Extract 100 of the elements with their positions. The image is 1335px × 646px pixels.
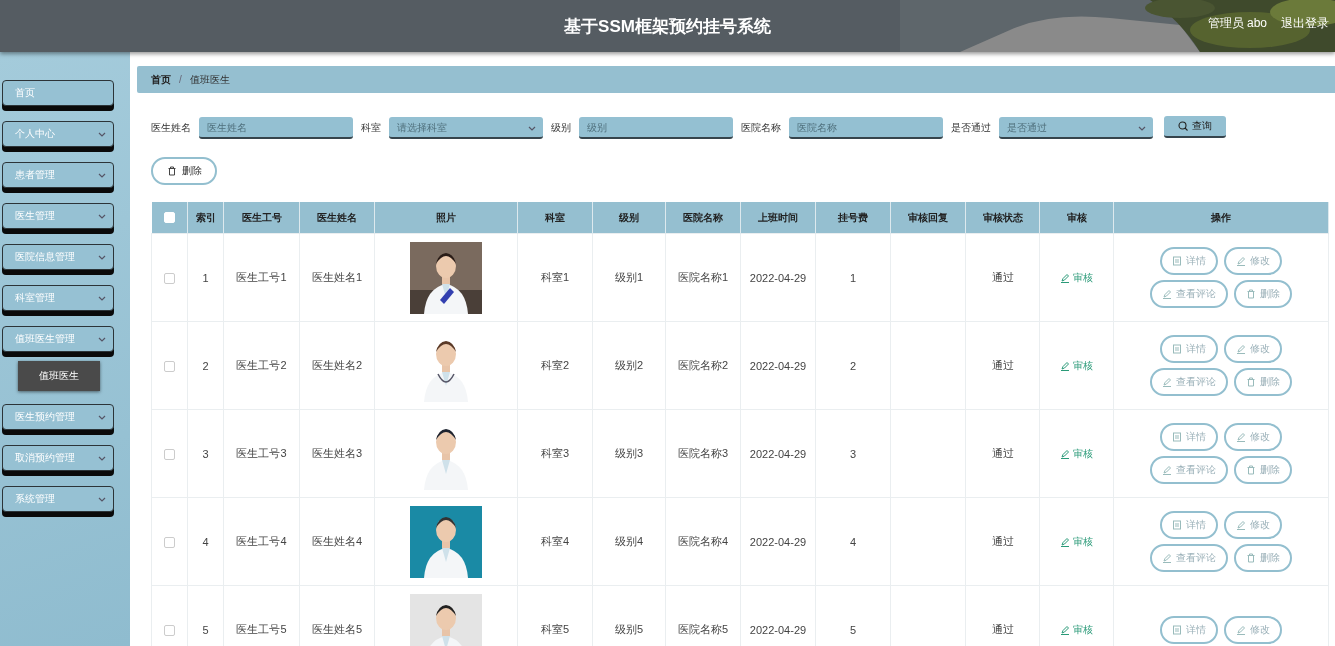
table-cell: 科室2 bbox=[540, 359, 570, 371]
action-button[interactable]: 修改 bbox=[1224, 511, 1282, 539]
pencil-icon bbox=[1236, 256, 1246, 266]
action-button[interactable]: 详情 bbox=[1160, 423, 1218, 451]
column-header: 索引 bbox=[187, 202, 224, 234]
checkbox[interactable] bbox=[164, 360, 175, 372]
pencil-icon bbox=[1162, 289, 1172, 299]
breadcrumb-separator: / bbox=[179, 74, 182, 85]
table-cell: 医生姓名3 bbox=[311, 447, 363, 459]
field-label: 级别 bbox=[551, 121, 571, 135]
action-button[interactable]: 修改 bbox=[1224, 335, 1282, 363]
document-icon bbox=[1172, 520, 1182, 530]
action-button[interactable]: 查看评论 bbox=[1150, 368, 1228, 396]
table-cell: 科室4 bbox=[540, 535, 570, 547]
pencil-icon bbox=[1162, 465, 1172, 475]
table-cell: 4 bbox=[202, 535, 209, 548]
input-field[interactable]: 级别 bbox=[579, 117, 733, 139]
table-cell: 2022-04-29 bbox=[749, 623, 807, 636]
table-cell: 级别3 bbox=[614, 447, 644, 459]
column-header: 级别 bbox=[592, 202, 666, 234]
table-cell: 医生工号1 bbox=[236, 271, 287, 283]
table-cell: 2022-04-29 bbox=[749, 359, 807, 372]
document-icon bbox=[1172, 344, 1182, 354]
field-label: 医院名称 bbox=[741, 121, 781, 135]
action-button[interactable]: 修改 bbox=[1224, 423, 1282, 451]
table-cell: 级别5 bbox=[614, 623, 644, 635]
table-cell: 医院名称5 bbox=[677, 623, 729, 635]
table-cell: 医院名称1 bbox=[677, 271, 729, 283]
delete-button[interactable]: 删除 bbox=[151, 157, 217, 185]
table-cell: 医生姓名1 bbox=[311, 271, 363, 283]
select-field[interactable]: 是否通过 bbox=[999, 117, 1153, 139]
audit-link[interactable]: 审核 bbox=[1060, 446, 1093, 461]
trash-icon bbox=[1246, 377, 1256, 387]
input-field[interactable]: 医生姓名 bbox=[199, 117, 353, 139]
action-button[interactable]: 删除 bbox=[1234, 280, 1292, 308]
table-cell: 通过 bbox=[991, 359, 1014, 371]
audit-link[interactable]: 审核 bbox=[1060, 622, 1093, 637]
breadcrumb-item[interactable]: 首页 bbox=[151, 72, 171, 87]
audit-link[interactable]: 审核 bbox=[1060, 534, 1093, 549]
table-cell: 2 bbox=[849, 359, 857, 372]
field-label: 是否通过 bbox=[951, 121, 991, 135]
checkbox[interactable] bbox=[164, 272, 175, 284]
table-cell: 2022-04-29 bbox=[749, 447, 807, 460]
action-button[interactable]: 查看评论 bbox=[1150, 456, 1228, 484]
audit-link[interactable]: 审核 bbox=[1060, 270, 1093, 285]
field-label: 科室 bbox=[361, 121, 381, 135]
table-cell: 2022-04-29 bbox=[749, 535, 807, 548]
table-cell: 通过 bbox=[991, 447, 1014, 459]
table-cell: 医生工号4 bbox=[236, 535, 287, 547]
submenu-item[interactable]: 值班医生 bbox=[18, 361, 100, 391]
action-button[interactable]: 查看评论 bbox=[1150, 544, 1228, 572]
table-cell: 科室5 bbox=[540, 623, 570, 635]
column-header: 上班时间 bbox=[740, 202, 816, 234]
table-cell: 通过 bbox=[991, 271, 1014, 283]
trash-icon bbox=[1246, 553, 1256, 563]
audit-link[interactable]: 审核 bbox=[1060, 358, 1093, 373]
document-icon bbox=[1172, 624, 1182, 635]
action-button[interactable]: 详情 bbox=[1160, 511, 1218, 539]
table-cell: 级别4 bbox=[614, 535, 644, 547]
table-cell: 医生工号5 bbox=[236, 623, 287, 635]
table-cell: 5 bbox=[849, 623, 857, 636]
table-cell: 2 bbox=[202, 359, 209, 372]
action-button[interactable]: 修改 bbox=[1224, 615, 1282, 644]
chevron-down-icon bbox=[1137, 124, 1147, 133]
breadcrumb-item: 值班医生 bbox=[189, 72, 230, 87]
table-cell: 级别1 bbox=[614, 271, 644, 283]
action-button[interactable]: 查看评论 bbox=[1150, 280, 1228, 308]
action-button[interactable]: 详情 bbox=[1160, 335, 1218, 363]
document-icon bbox=[1172, 256, 1182, 266]
table-cell: 通过 bbox=[991, 623, 1014, 635]
table-cell: 3 bbox=[849, 447, 857, 460]
checkbox[interactable] bbox=[164, 536, 175, 548]
pencil-icon bbox=[1060, 536, 1070, 547]
column-header: 操作 bbox=[1113, 202, 1329, 234]
action-button[interactable]: 删除 bbox=[1234, 456, 1292, 484]
pencil-icon bbox=[1162, 377, 1172, 387]
table-cell: 医院名称2 bbox=[677, 359, 729, 371]
checkbox[interactable] bbox=[164, 624, 175, 636]
action-button[interactable]: 详情 bbox=[1160, 247, 1218, 275]
field-label: 医生姓名 bbox=[151, 121, 191, 135]
action-button[interactable]: 删除 bbox=[1234, 368, 1292, 396]
select-field[interactable]: 请选择科室 bbox=[389, 117, 543, 139]
column-header: 医院名称 bbox=[665, 202, 741, 234]
column-header: 照片 bbox=[374, 202, 518, 234]
search-button[interactable]: 查询 bbox=[1164, 116, 1226, 138]
input-field[interactable]: 医院名称 bbox=[789, 117, 943, 139]
checkbox[interactable] bbox=[164, 448, 175, 460]
table-cell: 5 bbox=[202, 623, 209, 636]
trash-icon bbox=[166, 166, 177, 176]
logout-link[interactable]: 退出登录 bbox=[1281, 15, 1329, 32]
table-cell: 1 bbox=[202, 271, 209, 284]
pencil-icon bbox=[1236, 432, 1246, 442]
pencil-icon bbox=[1236, 624, 1246, 635]
pencil-icon bbox=[1060, 272, 1070, 283]
action-button[interactable]: 详情 bbox=[1160, 615, 1218, 644]
table-cell: 医生姓名4 bbox=[311, 535, 363, 547]
action-button[interactable]: 修改 bbox=[1224, 247, 1282, 275]
action-button[interactable]: 删除 bbox=[1234, 544, 1292, 572]
column-header: 科室 bbox=[517, 202, 593, 234]
column-header: 审核回复 bbox=[890, 202, 966, 234]
